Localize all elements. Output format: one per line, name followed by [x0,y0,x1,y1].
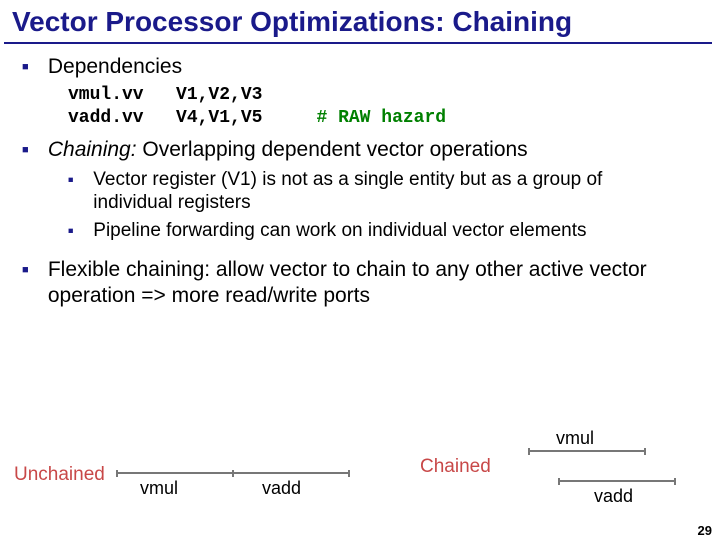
chained-vmul-label: vmul [556,428,594,449]
bullet-chaining: ■ Chaining: Overlapping dependent vector… [22,137,702,163]
chained-vadd-bar [558,478,676,485]
bullet-text: Chaining: Overlapping dependent vector o… [48,137,528,163]
unchained-vadd-bar [232,470,350,477]
bullet-flex: ■ Flexible chaining: allow vector to cha… [22,257,702,310]
bullet-text: Flexible chaining: allow vector to chain… [48,257,688,310]
slide-body: ■ Dependencies vmul.vv V1,V2,V3 vadd.vv … [0,54,720,309]
chaining-italic: Chaining: [48,138,137,161]
slide-title: Vector Processor Optimizations: Chaining [4,0,712,44]
square-bullet-icon: ■ [68,219,88,243]
subbullet-text: Vector register (V1) is not as a single … [93,168,683,216]
unchained-vmul-bar [116,470,234,477]
chaining-rest: Overlapping dependent vector operations [137,138,528,161]
unchained-vadd-label: vadd [262,478,301,499]
square-bullet-icon: ■ [68,168,88,192]
chained-label: Chained [420,456,491,478]
page-number: 29 [698,523,712,538]
chained-vadd-label: vadd [594,486,633,507]
square-bullet-icon: ■ [22,54,42,80]
square-bullet-icon: ■ [22,137,42,163]
code-l2-args: V4,V1,V5 [176,108,262,128]
subbullet-text: Pipeline forwarding can work on individu… [93,219,586,243]
unchained-vmul-label: vmul [140,478,178,499]
code-l2-op: vadd.vv [68,108,144,128]
bullet-text: Dependencies [48,54,182,80]
code-l1-op: vmul.vv [68,85,144,105]
bullet-dependencies: ■ Dependencies [22,54,702,80]
code-l1-args: V1,V2,V3 [176,85,262,105]
code-block: vmul.vv V1,V2,V3 vadd.vv V4,V1,V5 # RAW … [68,84,702,129]
chained-vmul-bar [528,448,646,455]
square-bullet-icon: ■ [22,257,42,283]
timing-diagram: Unchained vmul vadd Chained vmul vadd [0,438,720,518]
slide: Vector Processor Optimizations: Chaining… [0,0,720,540]
unchained-label: Unchained [14,464,105,486]
code-l2-comment: # RAW hazard [316,108,446,128]
subbullet-vreg: ■ Vector register (V1) is not as a singl… [68,168,702,216]
subbullet-fwd: ■ Pipeline forwarding can work on indivi… [68,219,702,243]
